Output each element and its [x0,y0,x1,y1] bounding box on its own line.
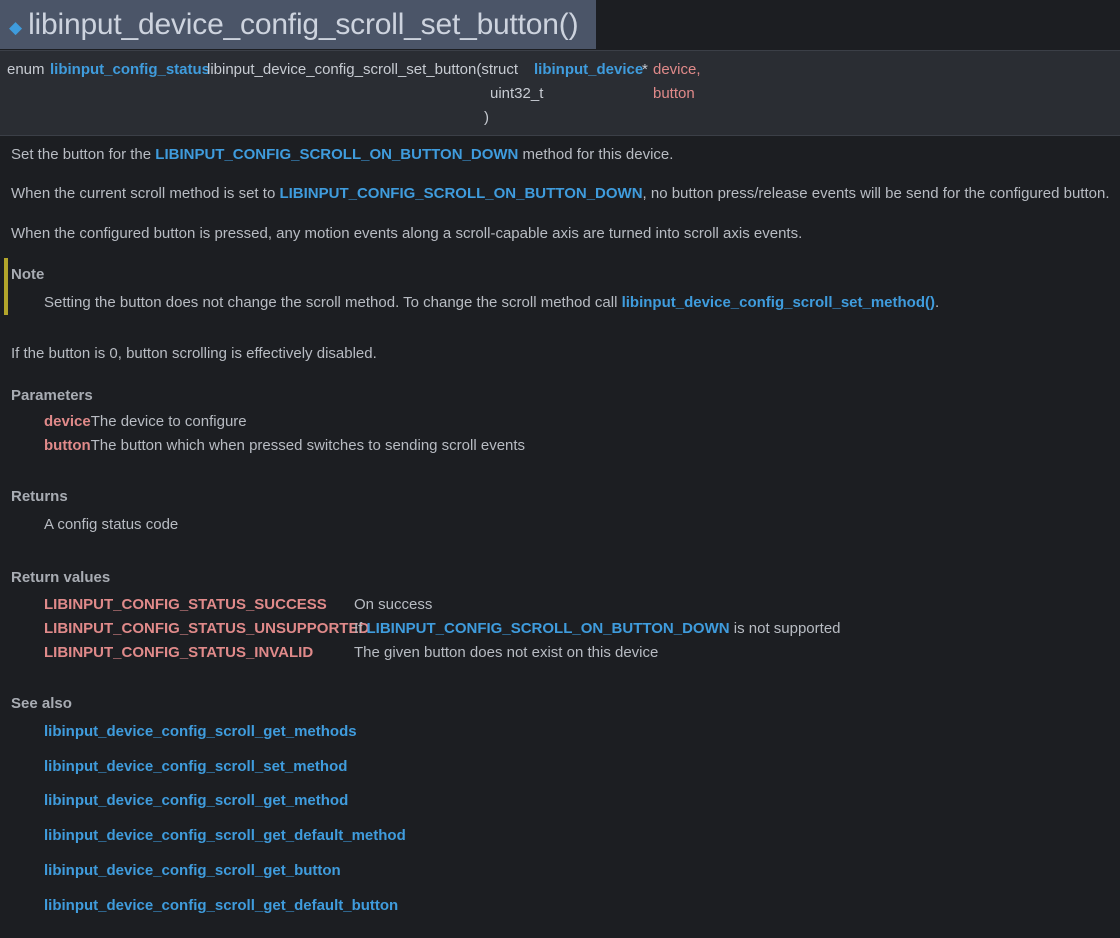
return-type-link[interactable]: libinput_config_status [50,61,210,78]
return-value-desc: If LIBINPUT_CONFIG_SCROLL_ON_BUTTON_DOWN… [354,620,841,637]
close-paren: ) [484,109,489,126]
parameter-desc: The button which when pressed switches t… [90,437,526,454]
desc-text: method for this device. [522,146,674,163]
return-value-name: LIBINPUT_CONFIG_STATUS_INVALID [44,644,314,661]
desc-text: , no button press/release events will be… [642,185,1110,202]
note-body: Setting the button does not change the s… [44,294,618,311]
page-title-bar: ◆ libinput_device_config_scroll_set_butt… [0,0,596,49]
parameter-name: button [44,437,91,454]
parameters-heading: Parameters [11,387,93,404]
description-paragraph-2: When the current scroll method is set to… [11,185,1110,202]
param1-star: * [642,61,648,78]
see-also-link-get-default-method[interactable]: libinput_device_config_scroll_get_defaul… [44,827,406,844]
scroll-on-button-down-link[interactable]: LIBINPUT_CONFIG_SCROLL_ON_BUTTON_DOWN [367,620,730,637]
returns-text: A config status code [44,516,179,533]
description-paragraph-1: Set the button for the LIBINPUT_CONFIG_S… [11,146,673,163]
returns-heading: Returns [11,488,68,505]
see-also-link-get-method[interactable]: libinput_device_config_scroll_get_method [44,792,348,809]
see-also-heading: See also [11,695,72,712]
param1-name: device, [653,61,701,78]
diamond-icon: ◆ [9,17,23,37]
parameter-row: buttonThe button which when pressed swit… [44,437,525,454]
return-value-name: LIBINPUT_CONFIG_STATUS_UNSUPPORTED [44,620,370,637]
note-bar [4,258,8,315]
parameter-desc: The device to configure [90,413,247,430]
description-paragraph-3: When the configured button is pressed, a… [11,225,803,242]
return-value-desc-text: is not supported [733,620,841,637]
param2-type: uint32_t [490,85,544,102]
return-value-name: LIBINPUT_CONFIG_STATUS_SUCCESS [44,596,327,613]
scroll-on-button-down-link[interactable]: LIBINPUT_CONFIG_SCROLL_ON_BUTTON_DOWN [279,185,642,202]
function-prototype: enum libinput_config_status libinput_dev… [0,50,1120,136]
see-also-link-get-button[interactable]: libinput_device_config_scroll_get_button [44,862,341,879]
return-value-desc-text: If [354,620,363,637]
note-period: . [935,294,940,311]
param1-type-link[interactable]: libinput_device [534,61,643,78]
parameter-name: device [44,413,91,430]
note-heading: Note [11,266,45,283]
param2-name: button [653,85,695,102]
see-also-link-get-methods[interactable]: libinput_device_config_scroll_get_method… [44,723,357,740]
desc-text: When the current scroll method is set to [11,185,276,202]
see-also-link-get-default-button[interactable]: libinput_device_config_scroll_get_defaul… [44,897,398,914]
desc-text: Set the button for the [11,146,152,163]
set-method-link[interactable]: libinput_device_config_scroll_set_method… [622,294,935,311]
see-also-link-set-method[interactable]: libinput_device_config_scroll_set_method [44,758,347,775]
function-name: libinput_device_config_scroll_set_button… [207,61,519,78]
page-title: libinput_device_config_scroll_set_button… [28,7,579,41]
return-value-desc: The given button does not exist on this … [354,644,659,661]
return-value-desc: On success [354,596,433,613]
scroll-on-button-down-link[interactable]: LIBINPUT_CONFIG_SCROLL_ON_BUTTON_DOWN [155,146,518,163]
note-text: Setting the button does not change the s… [44,294,939,311]
disabled-text: If the button is 0, button scrolling is … [11,345,377,362]
return-values-heading: Return values [11,569,111,586]
enum-keyword: enum [7,61,45,78]
parameter-row: deviceThe device to configure [44,413,247,430]
